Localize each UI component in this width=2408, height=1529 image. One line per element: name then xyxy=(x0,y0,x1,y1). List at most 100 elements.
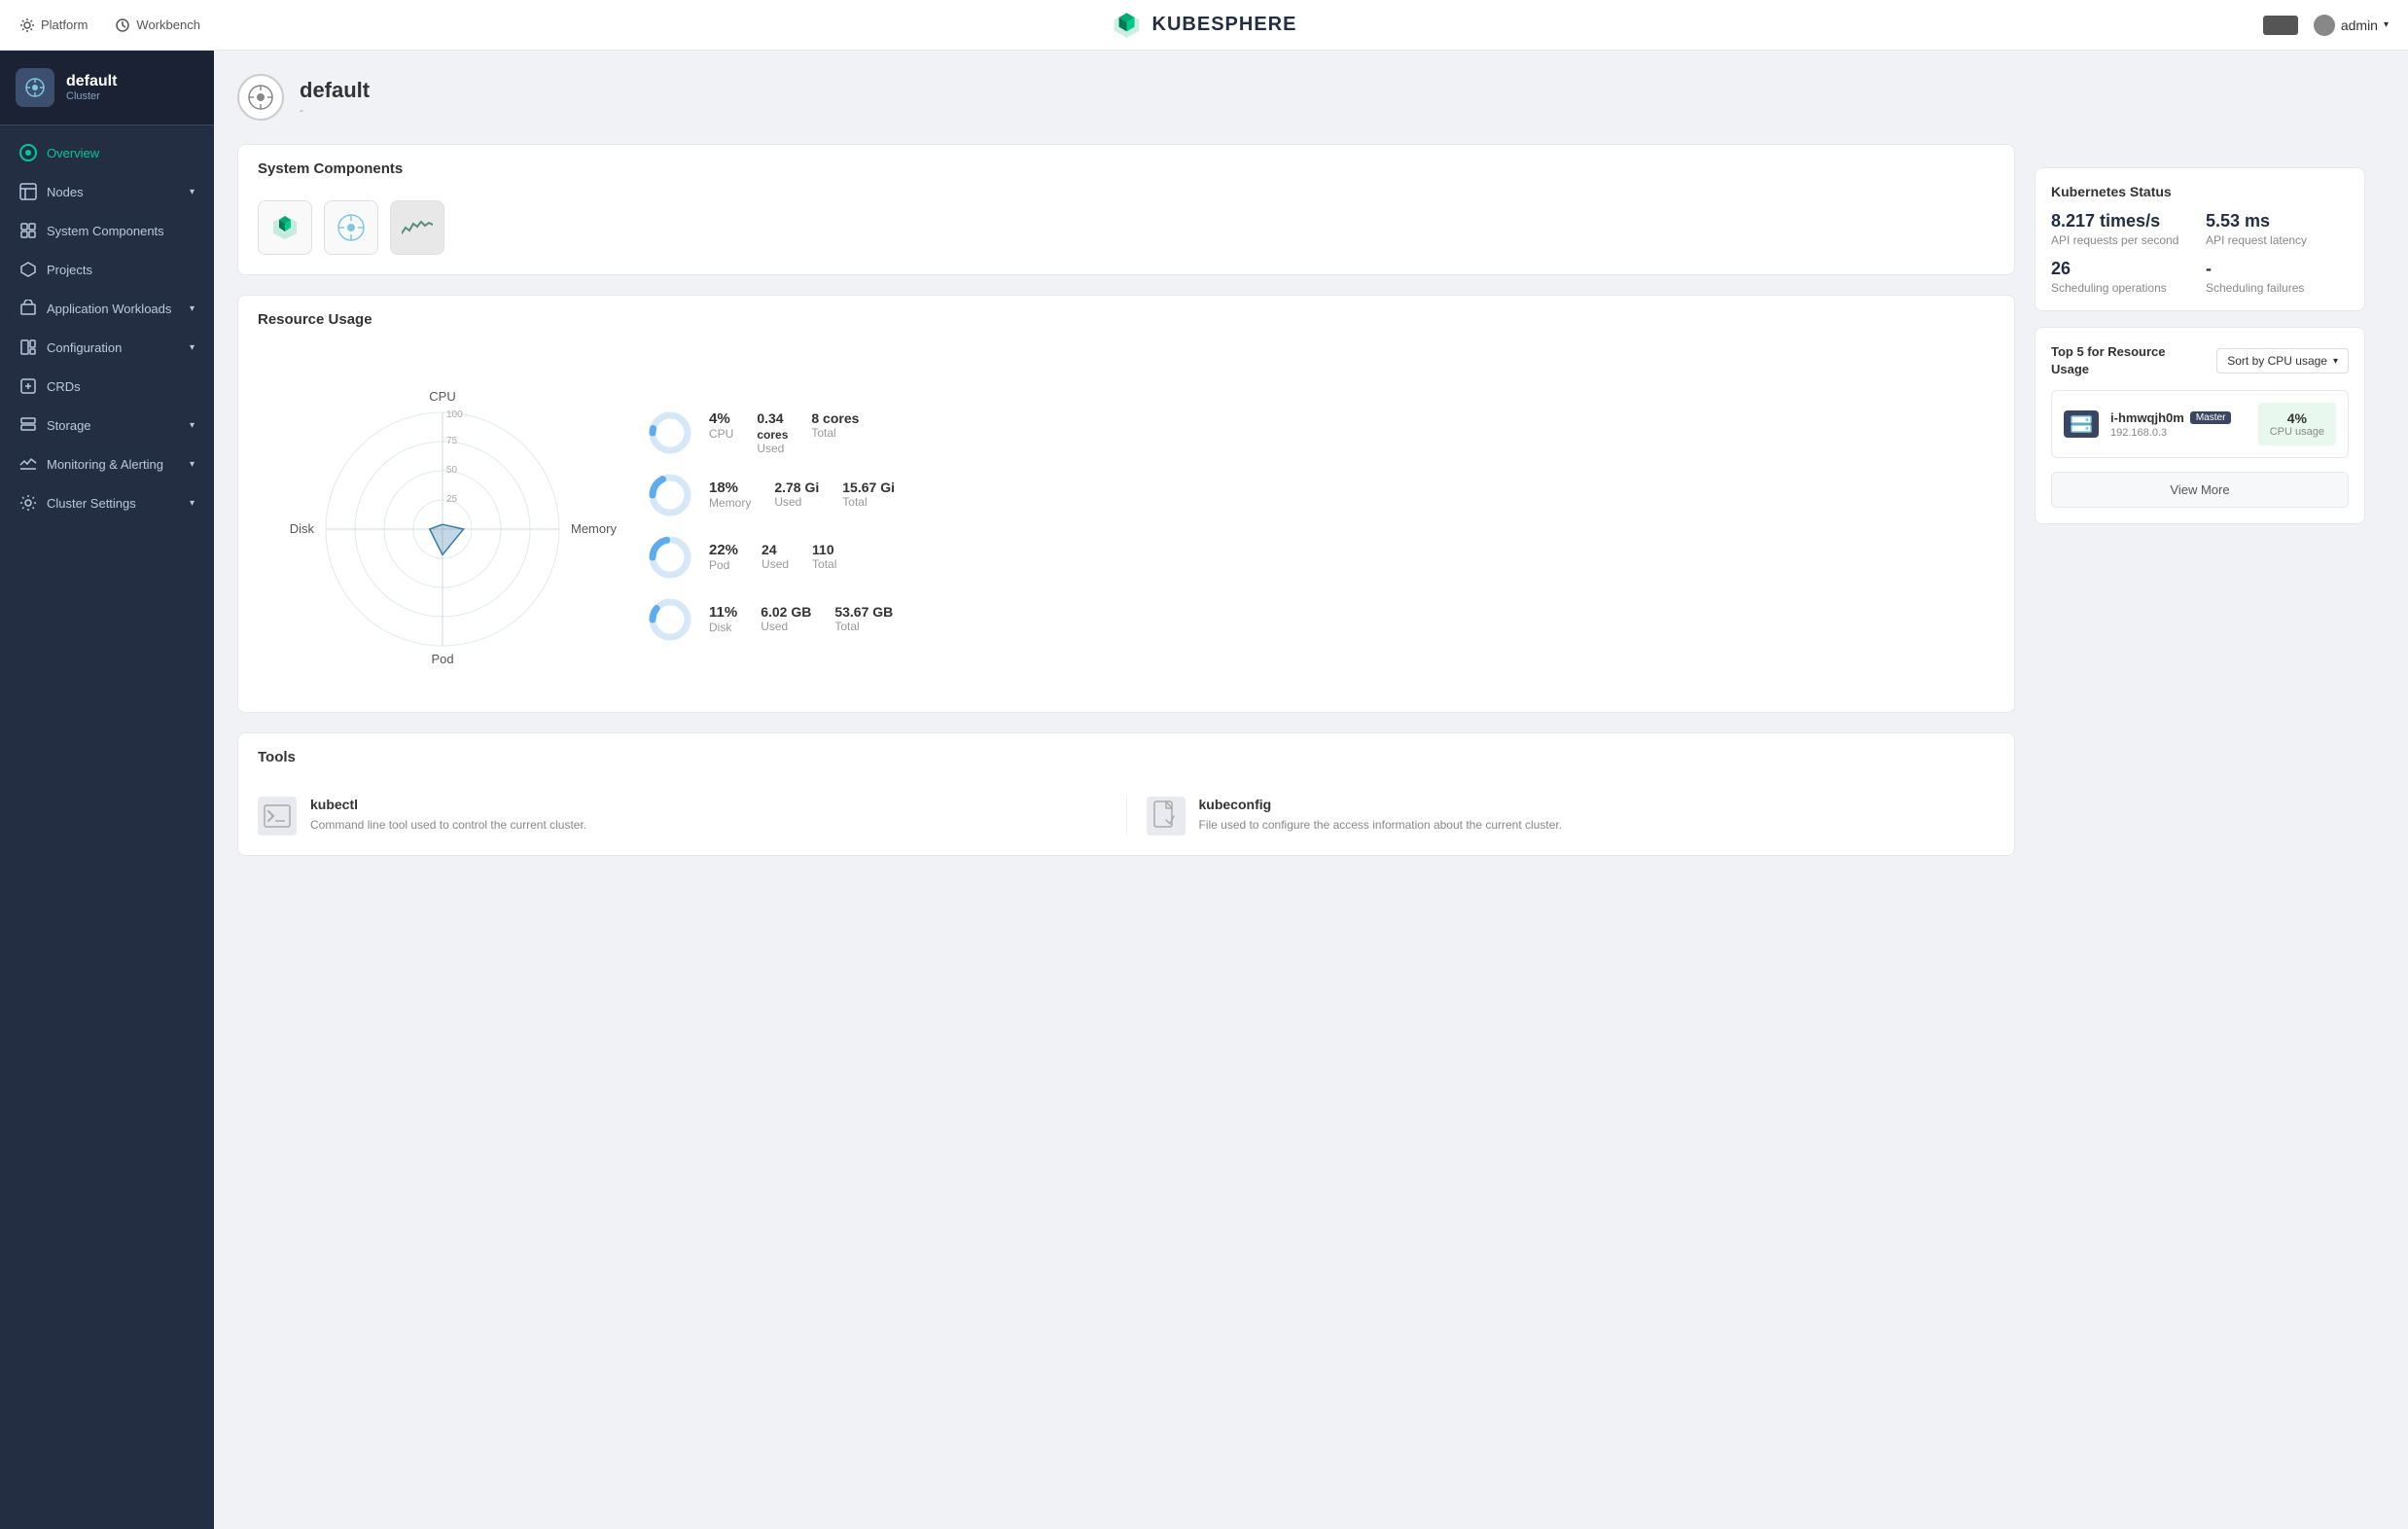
disk-pct: 11% xyxy=(709,604,737,621)
kubectl-desc: Command line tool used to control the cu… xyxy=(310,816,586,834)
sidebar-system-components-label: System Components xyxy=(47,224,164,238)
stat-row-memory: 18% Memory 2.78 Gi Used 15.67 Gi xyxy=(647,472,1995,518)
pod-used-lbl: Used xyxy=(761,557,789,571)
sort-label: Sort by CPU usage xyxy=(2227,354,2327,368)
node-server-icon xyxy=(2064,410,2099,438)
memory-used-val: 2.78 Gi xyxy=(774,480,819,495)
sidebar-cluster-settings-label: Cluster Settings xyxy=(47,496,136,511)
platform-nav[interactable]: Platform xyxy=(19,18,88,33)
sidebar-item-nodes[interactable]: Nodes ▾ xyxy=(0,172,214,211)
resource-usage-card: Resource Usage xyxy=(237,295,2015,713)
kubectl-icon xyxy=(258,797,297,836)
pod-total-val: 110 xyxy=(812,542,834,557)
k8s-scheduling-ops: 26 Scheduling operations xyxy=(2051,259,2194,295)
radar-chart: 25 50 75 100 xyxy=(258,359,627,693)
kubectl-name: kubectl xyxy=(310,797,586,812)
app-workloads-chevron-icon: ▾ xyxy=(190,303,195,314)
user-avatar xyxy=(2314,15,2335,36)
donut-pod xyxy=(647,534,693,581)
svg-text:CPU: CPU xyxy=(429,389,455,404)
svg-text:Disk: Disk xyxy=(290,521,315,536)
node-info: i-hmwqjh0m Master 192.168.0.3 xyxy=(2110,410,2247,439)
sidebar-overview-label: Overview xyxy=(47,146,99,160)
memory-total-lbl: Total xyxy=(842,495,895,509)
view-more-button[interactable]: View More xyxy=(2051,472,2349,508)
sidebar-storage-label: Storage xyxy=(47,418,91,433)
cpu-total-val: 8 cores xyxy=(811,410,859,426)
cpu-used-lbl: Used xyxy=(757,442,788,455)
nodes-top5-text: Top 5 for ResourceUsage xyxy=(2051,344,2166,376)
sidebar-item-app-workloads[interactable]: Application Workloads ▾ xyxy=(0,289,214,328)
kubeconfig-name: kubeconfig xyxy=(1199,797,1563,812)
svg-text:Pod: Pod xyxy=(431,652,453,666)
nodes-icon xyxy=(19,183,37,200)
sidebar-item-system-components[interactable]: System Components xyxy=(0,211,214,250)
sidebar-crds-label: CRDs xyxy=(47,379,81,394)
sidebar-item-storage[interactable]: Storage ▾ xyxy=(0,406,214,444)
component-icon-kubesphere[interactable] xyxy=(258,200,312,255)
cpu-total-lbl: Total xyxy=(811,426,859,440)
k8s-scheduling-ops-lbl: Scheduling operations xyxy=(2051,281,2194,295)
sidebar-item-cluster-settings[interactable]: Cluster Settings ▾ xyxy=(0,483,214,522)
memory-total-val: 15.67 Gi xyxy=(842,480,895,495)
k8s-stats-grid: 8.217 times/s API requests per second 5.… xyxy=(2051,211,2349,295)
donut-cpu xyxy=(647,409,693,456)
gear-icon xyxy=(19,18,35,33)
cluster-icon xyxy=(16,68,54,107)
donut-disk xyxy=(647,596,693,643)
workbench-label: Workbench xyxy=(136,18,200,32)
topnav: Platform Workbench KUBESPHERE admin ▾ xyxy=(0,0,2408,51)
brand: KUBESPHERE xyxy=(1112,10,1297,41)
pod-pct: 22% xyxy=(709,542,738,558)
pod-total-lbl: Total xyxy=(812,557,836,571)
k8s-scheduling-failures-val: - xyxy=(2206,259,2349,279)
page-header: default - xyxy=(237,74,2385,121)
sort-dropdown[interactable]: Sort by CPU usage ▾ xyxy=(2216,348,2349,373)
memory-pct: 18% xyxy=(709,480,751,496)
sidebar-app-workloads-label: Application Workloads xyxy=(47,302,171,316)
sidebar-item-crds[interactable]: CRDs xyxy=(0,367,214,406)
stat-row-disk: 11% Disk 6.02 GB Used 53.67 GB xyxy=(647,596,1995,643)
stat-row-pod: 22% Pod 24 Used 110 Tota xyxy=(647,534,1995,581)
workbench-nav[interactable]: Workbench xyxy=(115,18,200,33)
stat-row-cpu: 4% CPU 0.34 cores Used 8 xyxy=(647,409,1995,456)
cpu-pct: 4% xyxy=(709,410,733,427)
brand-logo-icon xyxy=(1112,10,1143,41)
tools-title: Tools xyxy=(238,733,2014,777)
system-components-icons xyxy=(238,189,2014,274)
sidebar-item-configuration[interactable]: Configuration ▾ xyxy=(0,328,214,367)
sidebar-item-projects[interactable]: Projects xyxy=(0,250,214,289)
sidebar-projects-label: Projects xyxy=(47,263,92,277)
monitoring-icon xyxy=(19,455,37,473)
disk-used-val: 6.02 GB xyxy=(761,604,811,620)
nodes-card: Top 5 for ResourceUsage Sort by CPU usag… xyxy=(2035,327,2365,524)
disk-total-lbl: Total xyxy=(834,620,893,633)
pod-used-val: 24 xyxy=(761,542,777,557)
cluster-settings-icon xyxy=(19,494,37,512)
monitoring-chevron-icon: ▾ xyxy=(190,459,195,470)
tool-kubeconfig: kubeconfig File used to configure the ac… xyxy=(1147,797,1996,836)
node-name: i-hmwqjh0m xyxy=(2110,410,2184,425)
page-title: default xyxy=(300,78,370,103)
platform-label: Platform xyxy=(41,18,88,32)
cluster-header[interactable]: default Cluster xyxy=(0,51,214,125)
user-menu[interactable]: admin ▾ xyxy=(2314,15,2389,36)
sidebar-item-monitoring[interactable]: Monitoring & Alerting ▾ xyxy=(0,444,214,483)
resource-stats: 4% CPU 0.34 cores Used 8 xyxy=(647,409,1995,643)
theme-toggle[interactable] xyxy=(2263,16,2298,35)
svg-text:Memory: Memory xyxy=(571,521,617,536)
k8s-scheduling-failures-lbl: Scheduling failures xyxy=(2206,281,2349,295)
master-badge: Master xyxy=(2190,411,2232,424)
sidebar-item-overview[interactable]: Overview xyxy=(0,133,214,172)
component-icon-monitoring[interactable] xyxy=(390,200,444,255)
k8s-api-rps-val: 8.217 times/s xyxy=(2051,211,2194,231)
sidebar-nav: Overview Nodes ▾ System Components xyxy=(0,125,214,1529)
k8s-api-latency: 5.53 ms API request latency xyxy=(2206,211,2349,247)
node-ip: 192.168.0.3 xyxy=(2110,427,2247,439)
crds-icon xyxy=(19,377,37,395)
component-icon-helm[interactable] xyxy=(324,200,378,255)
system-components-title: System Components xyxy=(238,145,2014,189)
k8s-status-title: Kubernetes Status xyxy=(2051,184,2349,199)
storage-icon xyxy=(19,416,37,434)
sidebar-nodes-label: Nodes xyxy=(47,185,84,199)
